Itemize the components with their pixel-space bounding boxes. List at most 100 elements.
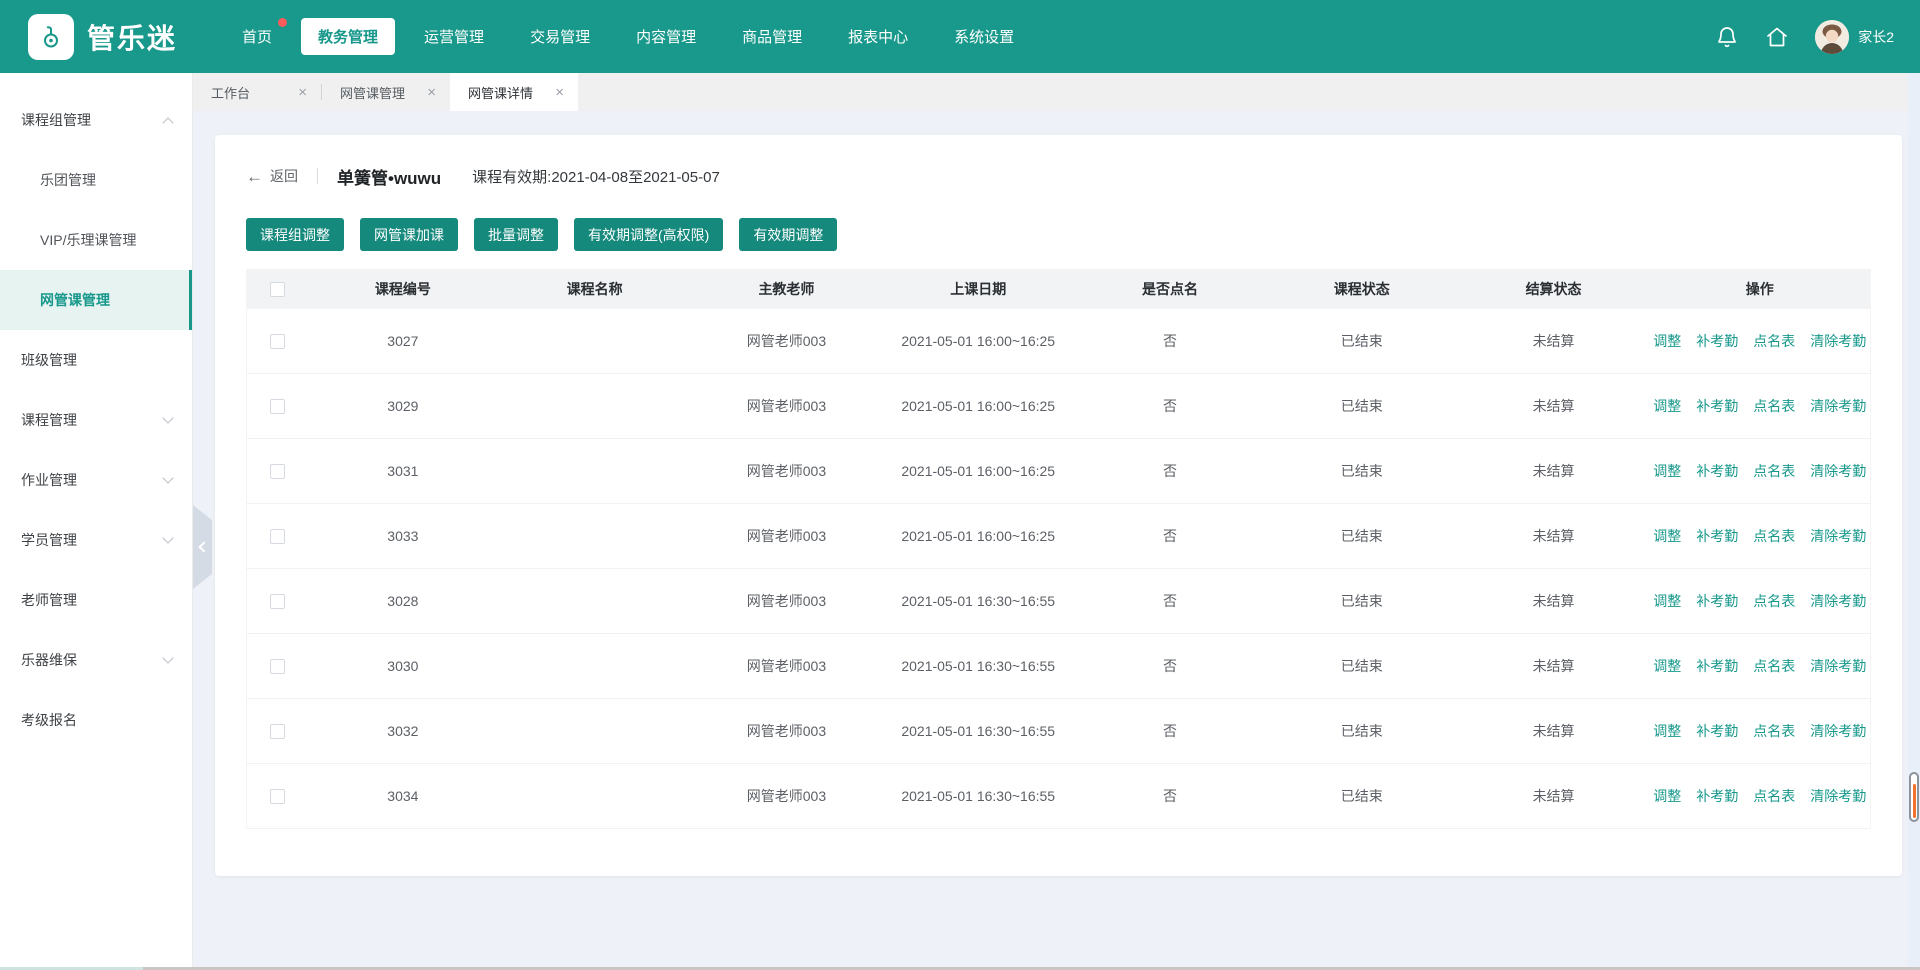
cell-id: 3030 [307, 658, 499, 674]
nav-items: 首页教务管理运营管理交易管理内容管理商品管理报表中心系统设置 [225, 18, 1031, 55]
close-tab-icon[interactable]: × [427, 85, 436, 100]
action-link-清除考勤[interactable]: 清除考勤 [1810, 591, 1866, 611]
back-arrow-icon: ← [246, 168, 263, 185]
action-link-补考勤[interactable]: 补考勤 [1696, 461, 1738, 481]
table-body: 3027网管老师0032021-05-01 16:00~16:25否已结束未结算… [247, 309, 1870, 829]
action-link-补考勤[interactable]: 补考勤 [1696, 656, 1738, 676]
row-checkbox[interactable] [270, 529, 285, 544]
action-link-调整[interactable]: 调整 [1653, 656, 1681, 676]
page-header: ← 返回 单簧管•wuwu 课程有效期:2021-04-08至2021-05-0… [246, 159, 1871, 193]
sidebar-item-考级报名[interactable]: 考级报名 [0, 690, 192, 750]
row-checkbox[interactable] [270, 659, 285, 674]
sidebar-item-VIP/乐理课管理[interactable]: VIP/乐理课管理 [0, 210, 192, 270]
cell-settlement: 未结算 [1458, 721, 1650, 741]
nav-item-系统设置[interactable]: 系统设置 [937, 18, 1031, 55]
action-link-点名表[interactable]: 点名表 [1753, 786, 1795, 806]
action-link-清除考勤[interactable]: 清除考勤 [1810, 786, 1866, 806]
action-link-清除考勤[interactable]: 清除考勤 [1810, 526, 1866, 546]
nav-item-运营管理[interactable]: 运营管理 [407, 18, 501, 55]
sidebar-item-乐团管理[interactable]: 乐团管理 [0, 150, 192, 210]
row-checkbox[interactable] [270, 399, 285, 414]
sidebar-item-网管课管理[interactable]: 网管课管理 [0, 270, 192, 330]
row-checkbox[interactable] [270, 724, 285, 739]
button-有效期调整[interactable]: 有效期调整 [739, 218, 837, 251]
row-checkbox[interactable] [270, 464, 285, 479]
action-link-调整[interactable]: 调整 [1653, 786, 1681, 806]
row-checkbox[interactable] [270, 789, 285, 804]
chevron-up-icon [162, 117, 173, 128]
row-actions: 调整补考勤点名表清除考勤 [1649, 786, 1870, 806]
select-all-checkbox[interactable] [270, 282, 285, 297]
cell-status: 已结束 [1266, 331, 1458, 351]
button-网管课加课[interactable]: 网管课加课 [360, 218, 458, 251]
tab-工作台[interactable]: 工作台× [193, 73, 321, 111]
cell-id: 3032 [307, 723, 499, 739]
cell-settlement: 未结算 [1458, 656, 1650, 676]
action-link-点名表[interactable]: 点名表 [1753, 526, 1795, 546]
action-link-点名表[interactable]: 点名表 [1753, 396, 1795, 416]
button-批量调整[interactable]: 批量调整 [474, 218, 558, 251]
home-icon[interactable] [1765, 25, 1789, 49]
nav-item-教务管理[interactable]: 教务管理 [301, 18, 395, 55]
cell-date: 2021-05-01 16:30~16:55 [882, 593, 1074, 609]
action-link-清除考勤[interactable]: 清除考勤 [1810, 331, 1866, 351]
action-link-点名表[interactable]: 点名表 [1753, 591, 1795, 611]
nav-item-报表中心[interactable]: 报表中心 [831, 18, 925, 55]
sidebar-item-学员管理[interactable]: 学员管理 [0, 510, 192, 570]
row-checkbox-cell [247, 464, 307, 479]
row-checkbox[interactable] [270, 334, 285, 349]
sidebar: 课程组管理乐团管理VIP/乐理课管理网管课管理班级管理课程管理作业管理学员管理老… [0, 73, 193, 970]
table-row: 3033网管老师0032021-05-01 16:00~16:25否已结束未结算… [247, 504, 1870, 569]
cell-date: 2021-05-01 16:00~16:25 [882, 528, 1074, 544]
close-tab-icon[interactable]: × [555, 85, 564, 100]
button-课程组调整[interactable]: 课程组调整 [246, 218, 344, 251]
action-link-补考勤[interactable]: 补考勤 [1696, 721, 1738, 741]
button-有效期调整(高权限)[interactable]: 有效期调整(高权限) [574, 218, 723, 251]
close-tab-icon[interactable]: × [298, 85, 307, 100]
action-link-补考勤[interactable]: 补考勤 [1696, 331, 1738, 351]
action-link-补考勤[interactable]: 补考勤 [1696, 396, 1738, 416]
row-checkbox[interactable] [270, 594, 285, 609]
tab-网管课详情[interactable]: 网管课详情× [450, 73, 578, 111]
action-link-点名表[interactable]: 点名表 [1753, 461, 1795, 481]
action-link-补考勤[interactable]: 补考勤 [1696, 591, 1738, 611]
nav-item-商品管理[interactable]: 商品管理 [725, 18, 819, 55]
action-link-调整[interactable]: 调整 [1653, 591, 1681, 611]
row-checkbox-cell [247, 724, 307, 739]
sidebar-item-课程组管理[interactable]: 课程组管理 [0, 90, 192, 150]
bell-icon[interactable] [1715, 25, 1739, 49]
action-link-调整[interactable]: 调整 [1653, 396, 1681, 416]
vertical-scrollbar-thumb[interactable] [1909, 772, 1919, 822]
action-link-点名表[interactable]: 点名表 [1753, 656, 1795, 676]
cell-date: 2021-05-01 16:00~16:25 [882, 333, 1074, 349]
header-divider [317, 168, 318, 184]
action-link-清除考勤[interactable]: 清除考勤 [1810, 656, 1866, 676]
action-link-调整[interactable]: 调整 [1653, 461, 1681, 481]
page-title: 单簧管•wuwu [337, 164, 441, 189]
nav-item-内容管理[interactable]: 内容管理 [619, 18, 713, 55]
table-row: 3027网管老师0032021-05-01 16:00~16:25否已结束未结算… [247, 309, 1870, 374]
column-header-上课日期: 上课日期 [882, 279, 1074, 299]
nav-item-首页[interactable]: 首页 [225, 18, 289, 55]
sidebar-item-班级管理[interactable]: 班级管理 [0, 330, 192, 390]
cell-rollcall: 否 [1074, 331, 1266, 351]
action-link-点名表[interactable]: 点名表 [1753, 721, 1795, 741]
action-link-补考勤[interactable]: 补考勤 [1696, 786, 1738, 806]
action-link-点名表[interactable]: 点名表 [1753, 331, 1795, 351]
sidebar-item-乐器维保[interactable]: 乐器维保 [0, 630, 192, 690]
action-link-调整[interactable]: 调整 [1653, 526, 1681, 546]
action-link-调整[interactable]: 调整 [1653, 331, 1681, 351]
action-link-调整[interactable]: 调整 [1653, 721, 1681, 741]
sidebar-item-作业管理[interactable]: 作业管理 [0, 450, 192, 510]
user-menu[interactable]: 家长2 [1815, 20, 1894, 54]
action-link-清除考勤[interactable]: 清除考勤 [1810, 461, 1866, 481]
sidebar-item-课程管理[interactable]: 课程管理 [0, 390, 192, 450]
action-link-补考勤[interactable]: 补考勤 [1696, 526, 1738, 546]
action-link-清除考勤[interactable]: 清除考勤 [1810, 396, 1866, 416]
sidebar-item-老师管理[interactable]: 老师管理 [0, 570, 192, 630]
tab-网管课管理[interactable]: 网管课管理× [322, 73, 450, 111]
back-button[interactable]: ← 返回 [246, 166, 298, 186]
nav-item-交易管理[interactable]: 交易管理 [513, 18, 607, 55]
table-row: 3031网管老师0032021-05-01 16:00~16:25否已结束未结算… [247, 439, 1870, 504]
action-link-清除考勤[interactable]: 清除考勤 [1810, 721, 1866, 741]
